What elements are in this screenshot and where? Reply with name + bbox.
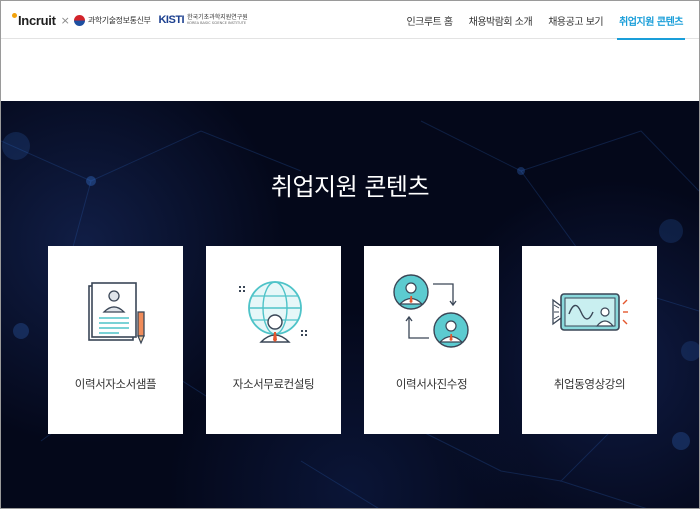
nav-item-career-content[interactable]: 취업지원 콘텐츠 (611, 1, 691, 40)
photo-swap-icon (393, 274, 469, 348)
msit-logo-text: 과학기술정보통신부 (87, 15, 151, 25)
section-title: 취업지원 콘텐츠 (270, 173, 430, 201)
card-label: 이력서사진수정 (395, 377, 468, 391)
resume-document-icon (88, 282, 145, 345)
incruit-logo[interactable]: Incruit (12, 12, 56, 28)
incruit-logo-text: Incruit (18, 12, 56, 28)
kisti-logo-text-block: 한국기초과학지원연구원 KOREA BASIC SCIENCE INSTITUT… (187, 13, 248, 26)
kisti-logo-english: KOREA BASIC SCIENCE INSTITUTE (187, 20, 247, 25)
taegeuk-emblem-icon (73, 14, 85, 26)
career-content-section: 취업지원 콘텐츠 이력서자소서샘플 자소서무료컨설팅 이력서사진수정 취업동영상… (1, 101, 699, 508)
card-label: 자소서무료컨설팅 (232, 377, 315, 391)
logo-separator: × (60, 13, 70, 27)
kisti-logo-mark: KISTI (158, 14, 185, 26)
msit-logo: 과학기술정보통신부 (73, 14, 151, 26)
card-photo-retouch[interactable]: 이력서사진수정 (364, 246, 499, 434)
card-video-lecture[interactable]: 취업동영상강의 (522, 246, 657, 434)
nav-item-fair-intro[interactable]: 채용박람회 소개 (461, 1, 541, 39)
main-nav: 인크루트 홈 채용박람회 소개 채용공고 보기 취업지원 콘텐츠 (398, 1, 691, 40)
incruit-logo-dot-icon (12, 12, 17, 18)
logo-group[interactable]: Incruit × 과학기술정보통신부 KISTI 한국기초과학지원연구원 KO… (12, 10, 248, 30)
nav-item-job-postings[interactable]: 채용공고 보기 (540, 1, 611, 39)
header-bar: Incruit × 과학기술정보통신부 KISTI 한국기초과학지원연구원 KO… (1, 1, 699, 40)
card-free-consulting[interactable]: 자소서무료컨설팅 (206, 246, 341, 434)
content-card-list: 이력서자소서샘플 자소서무료컨설팅 이력서사진수정 취업동영상강의 (48, 246, 658, 434)
video-lecture-icon (552, 293, 628, 331)
card-resume-sample[interactable]: 이력서자소서샘플 (48, 246, 183, 434)
card-label: 이력서자소서샘플 (74, 377, 157, 391)
kisti-logo-korean: 한국기초과학지원연구원 (187, 13, 248, 21)
globe-consultant-icon (239, 281, 307, 343)
nav-item-incruit-home[interactable]: 인크루트 홈 (398, 1, 460, 39)
page-frame: Incruit × 과학기술정보통신부 KISTI 한국기초과학지원연구원 KO… (0, 0, 700, 509)
card-label: 취업동영상강의 (553, 377, 626, 391)
kisti-logo: KISTI 한국기초과학지원연구원 KOREA BASIC SCIENCE IN… (158, 14, 247, 26)
